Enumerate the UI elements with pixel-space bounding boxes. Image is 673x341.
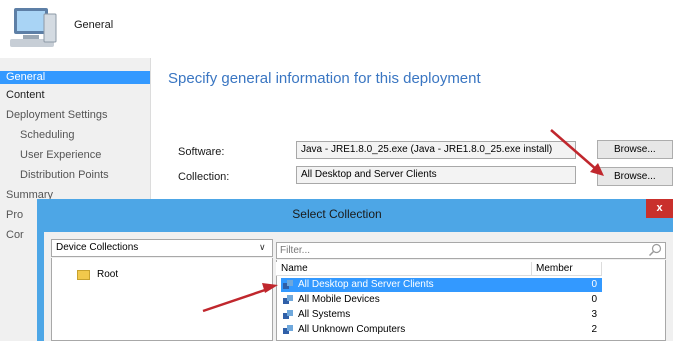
annotation-arrows xyxy=(202,129,604,313)
arrow-to-browse-icon xyxy=(550,129,604,176)
arrow-to-selected-collection-icon xyxy=(202,283,278,313)
